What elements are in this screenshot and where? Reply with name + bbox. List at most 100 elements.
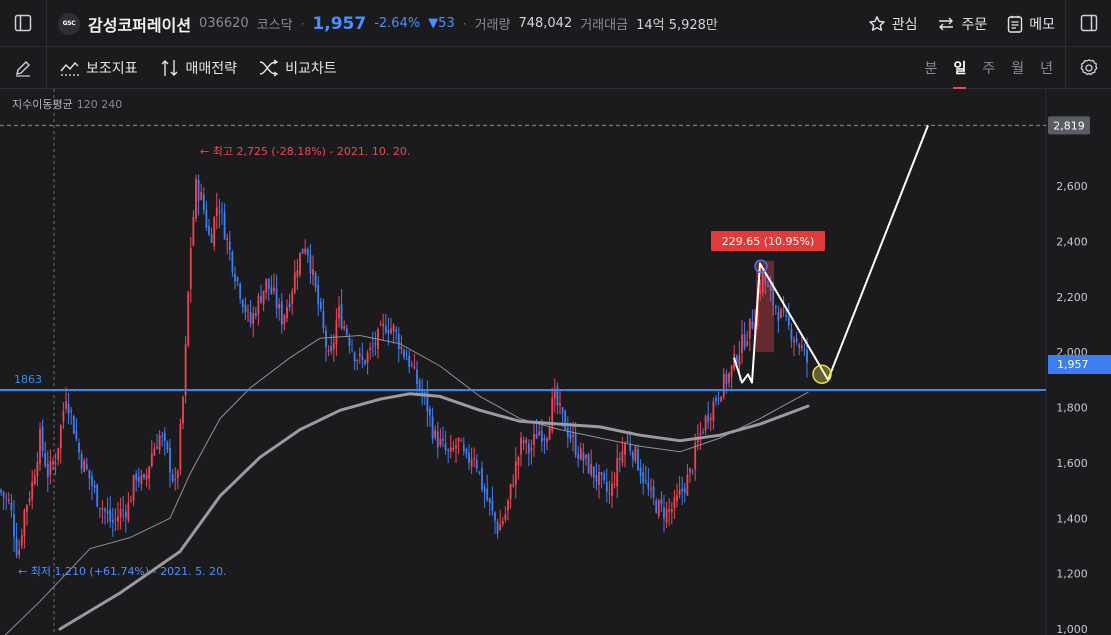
period-tabs: 분 일 주 월 년	[925, 47, 1053, 89]
candle-body	[75, 430, 78, 440]
candle-body	[291, 291, 294, 304]
candle-body	[130, 500, 132, 503]
candle-body	[182, 397, 184, 424]
candle-body	[525, 439, 528, 443]
candle-body	[397, 333, 400, 349]
candle-body	[806, 350, 808, 363]
candle-body	[195, 178, 197, 219]
candle-body	[741, 334, 743, 354]
candle-body	[299, 252, 301, 275]
candle-body	[707, 414, 710, 423]
strategy-button[interactable]: 매매전략	[160, 58, 237, 78]
right-panel-toggle-button[interactable]	[1066, 0, 1111, 46]
candle-body	[730, 365, 733, 378]
candle-body	[564, 410, 567, 431]
candle-body	[254, 313, 257, 316]
trend-chart-icon	[60, 61, 79, 76]
measure-label: 229.65 (10.95%)	[711, 231, 825, 251]
chart-tools: 보조지표 매매전략 비교차트	[60, 47, 337, 89]
candle-body	[447, 449, 450, 451]
watchlist-label: 관심	[891, 16, 918, 33]
candle-body	[7, 499, 10, 501]
compare-cross-icon	[259, 59, 279, 77]
candle-body	[689, 468, 691, 473]
candle-body	[782, 310, 785, 312]
candle-body	[673, 497, 676, 509]
candle-body	[572, 435, 574, 437]
period-tab-month[interactable]: 월	[1011, 47, 1024, 89]
amount-label: 거래대금	[580, 18, 629, 33]
candle-body	[793, 340, 795, 343]
candle-body	[546, 438, 548, 443]
high-price-annotation: ← 최고 2,725 (-28.18%) - 2021. 10. 20.	[200, 145, 410, 158]
candle-body	[678, 489, 681, 495]
candle-body	[452, 447, 455, 450]
candle-body	[148, 466, 151, 479]
candle-body	[171, 473, 174, 481]
candle-body	[590, 463, 593, 476]
candle-body	[262, 290, 265, 305]
candle-body	[699, 433, 702, 435]
drawn-zigzag-line	[733, 262, 829, 384]
candle-body	[647, 482, 650, 489]
candle-body	[728, 373, 730, 383]
candle-body	[738, 355, 741, 366]
candle-body	[366, 352, 369, 363]
candle-body	[252, 313, 255, 325]
candle-body	[114, 518, 117, 520]
candle-body	[345, 328, 348, 335]
period-tab-day[interactable]: 일	[953, 47, 966, 89]
candle-body	[356, 359, 359, 362]
candle-body	[143, 474, 145, 478]
candle-body	[470, 459, 473, 467]
period-tab-year[interactable]: 년	[1040, 47, 1053, 89]
compare-button[interactable]: 비교차트	[259, 58, 337, 78]
candle-body	[605, 482, 608, 492]
candle-body	[681, 488, 684, 491]
y-tick-label: 1,000	[1056, 623, 1088, 635]
candle-body	[46, 463, 49, 478]
candle-body	[192, 216, 195, 246]
candle-body	[91, 476, 93, 486]
indicators-button[interactable]: 보조지표	[60, 58, 138, 78]
candle-body	[608, 492, 611, 494]
candle-body	[538, 431, 541, 436]
period-tab-week[interactable]: 주	[982, 47, 995, 89]
candle-body	[273, 287, 275, 292]
candle-body	[468, 452, 470, 463]
candle-body	[13, 514, 15, 537]
sidebar-toggle-button[interactable]	[0, 0, 46, 46]
candle-body	[418, 380, 421, 391]
candle-body	[455, 445, 457, 449]
candle-body	[317, 285, 320, 305]
watchlist-button[interactable]: 관심	[868, 14, 918, 34]
candle-body	[314, 273, 317, 288]
period-tab-minute[interactable]: 분	[925, 47, 938, 89]
candle-body	[639, 467, 642, 477]
candle-body	[364, 360, 366, 364]
candle-body	[283, 315, 286, 324]
stock-name[interactable]: 감성코퍼레이션	[88, 12, 191, 36]
candle-body	[535, 433, 538, 439]
candle-body	[101, 508, 104, 510]
candle-body	[668, 509, 671, 512]
candle-body	[265, 278, 268, 293]
drawing-tool-button[interactable]	[0, 45, 46, 91]
candle-body	[275, 288, 278, 308]
current-price-tag-text: 1,957	[1057, 358, 1089, 371]
candle-body	[657, 500, 660, 516]
chart-settings-button[interactable]	[1066, 45, 1111, 91]
candle-body	[712, 401, 715, 421]
memo-button[interactable]: 메모	[1007, 14, 1055, 34]
candle-body	[644, 480, 647, 482]
stock-title-row: GSC 감성코퍼레이션 036620 코스닥 · 1,957 -2.64% ▼5…	[58, 0, 718, 47]
candle-body	[431, 416, 434, 439]
candle-body	[475, 459, 478, 469]
candle-body	[161, 435, 164, 437]
indicator-legend[interactable]: 지수이동평균 120 240	[12, 96, 122, 112]
price-chart[interactable]: 1,0001,2001,4001,6001,8002,0002,2002,400…	[0, 89, 1111, 635]
candle-body	[517, 457, 520, 466]
candle-body	[478, 471, 481, 473]
order-button[interactable]: 주문	[937, 14, 987, 34]
candle-body	[652, 486, 655, 498]
